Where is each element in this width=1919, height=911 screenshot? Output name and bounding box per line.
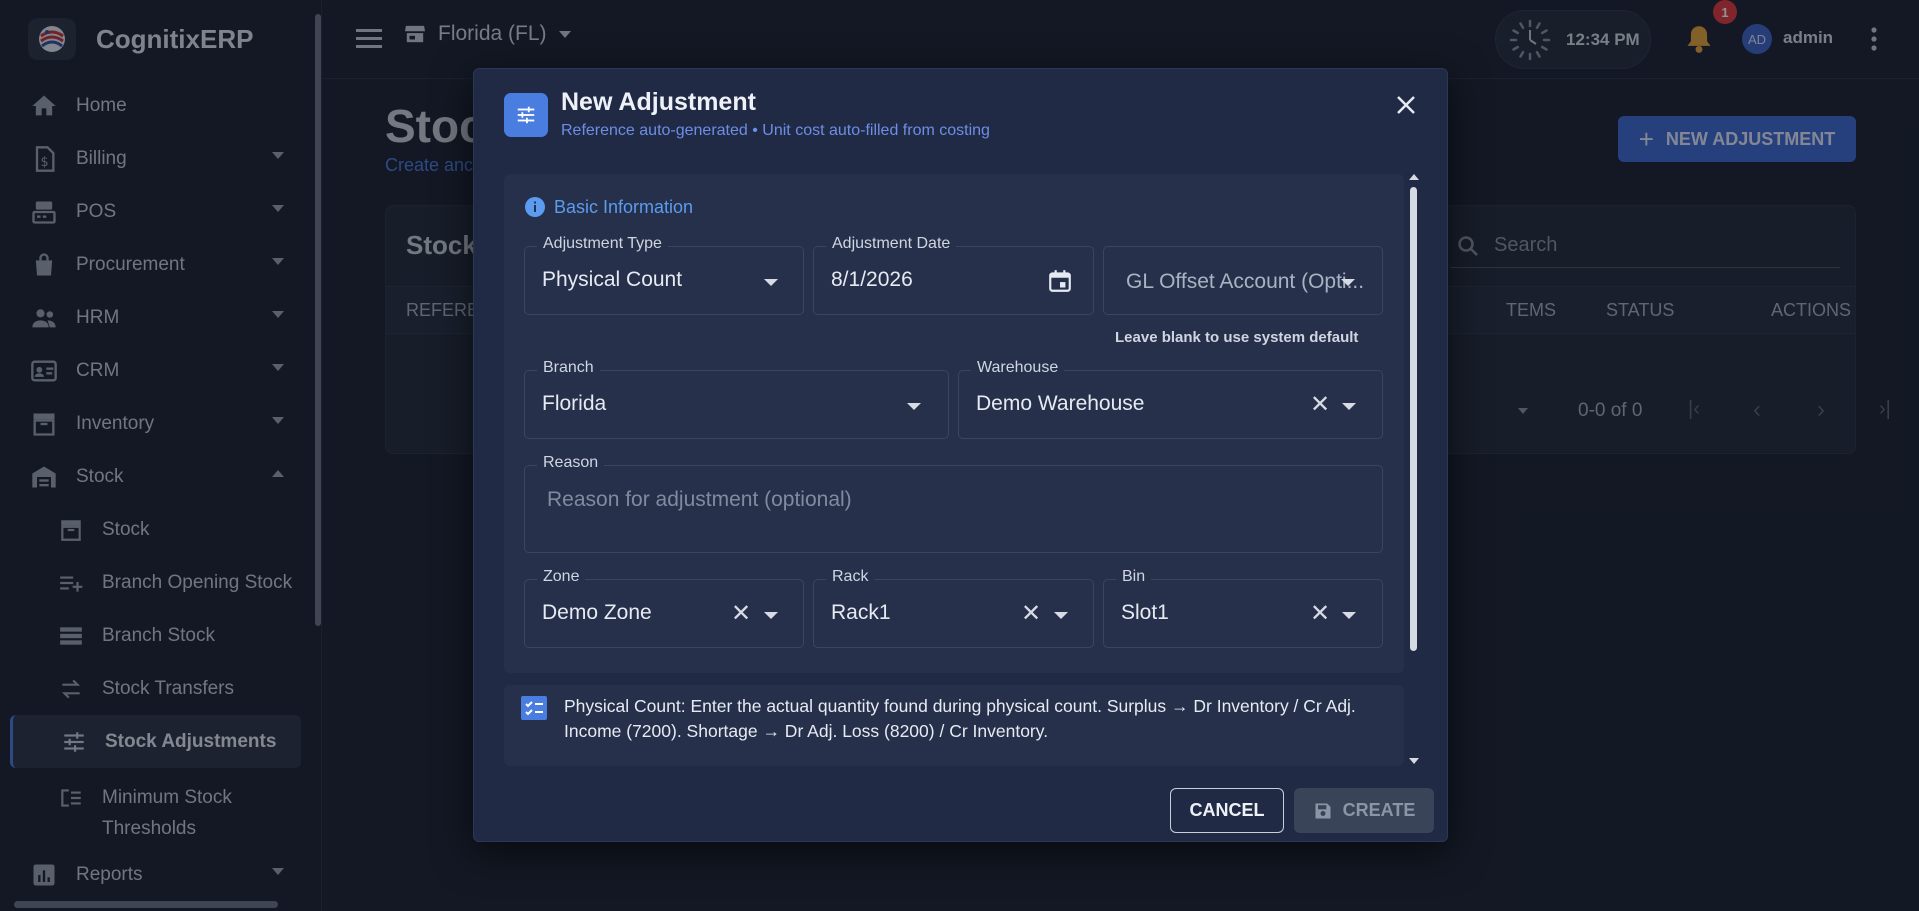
create-button-label: CREATE — [1342, 800, 1416, 820]
cancel-button[interactable]: CANCEL — [1170, 788, 1284, 833]
adjustment-type-select[interactable]: Adjustment Type Physical Count — [524, 235, 804, 315]
chevron-down-icon — [1342, 403, 1356, 410]
close-icon[interactable] — [1396, 95, 1416, 115]
field-label: Bin — [1116, 568, 1152, 586]
branch-select[interactable]: Branch Florida — [524, 359, 949, 439]
checklist-icon — [521, 696, 547, 720]
chevron-down-icon — [1341, 279, 1355, 286]
dialog-scrollbar[interactable] — [1408, 174, 1420, 766]
warehouse-select[interactable]: Warehouse Demo Warehouse ✕ — [958, 359, 1383, 439]
scroll-down-icon[interactable] — [1409, 758, 1419, 764]
chevron-down-icon — [1054, 612, 1068, 619]
clear-icon[interactable]: ✕ — [1310, 390, 1330, 419]
field-label: Adjustment Type — [537, 235, 668, 253]
field-value: Slot1 — [1121, 601, 1169, 624]
field-value: Florida — [542, 392, 607, 415]
field-placeholder: Reason for adjustment (optional) — [547, 488, 852, 511]
basic-information-section: Basic Information Adjustment Type Physic… — [504, 174, 1404, 673]
section-title: Basic Information — [554, 196, 694, 217]
field-value: Physical Count — [542, 268, 683, 291]
field-label: Branch — [537, 359, 600, 377]
section-header: Basic Information — [524, 196, 693, 218]
field-label: Zone — [537, 568, 586, 586]
rack-select[interactable]: Rack Rack1 ✕ — [813, 568, 1094, 648]
dialog-subtitle: Reference auto-generated • Unit cost aut… — [561, 122, 990, 139]
adjustment-type-info: Physical Count: Enter the actual quantit… — [504, 685, 1404, 766]
dialog-title: New Adjustment — [561, 88, 756, 116]
zone-select[interactable]: Zone Demo Zone ✕ — [524, 568, 804, 648]
chevron-down-icon — [907, 403, 921, 410]
clear-icon[interactable]: ✕ — [1310, 599, 1330, 628]
create-button[interactable]: CREATE — [1294, 788, 1434, 833]
field-label: Warehouse — [971, 359, 1065, 377]
info-text: Physical Count: Enter the actual quantit… — [564, 696, 1356, 741]
gl-offset-helper-text: Leave blank to use system default — [1115, 329, 1359, 346]
adjustment-date-field[interactable]: Adjustment Date 8/1/2026 — [813, 235, 1094, 315]
scroll-up-icon[interactable] — [1409, 174, 1419, 180]
clear-icon[interactable]: ✕ — [1021, 599, 1041, 628]
field-label: Rack — [826, 568, 875, 586]
field-value: Demo Warehouse — [976, 392, 1145, 415]
field-value: 8/1/2026 — [831, 268, 913, 291]
bin-select[interactable]: Bin Slot1 ✕ — [1103, 568, 1383, 648]
field-value: Demo Zone — [542, 601, 652, 624]
gl-offset-account-select[interactable]: GL Offset Account (Opti... — [1103, 246, 1383, 315]
tune-icon — [504, 93, 548, 137]
info-icon — [525, 197, 545, 217]
field-placeholder: GL Offset Account (Opti... — [1126, 270, 1365, 293]
chevron-down-icon — [764, 612, 778, 619]
calendar-icon[interactable] — [1047, 268, 1073, 294]
field-label: Adjustment Date — [826, 235, 957, 253]
clear-icon[interactable]: ✕ — [731, 599, 751, 628]
chevron-down-icon — [1342, 612, 1356, 619]
save-icon — [1315, 803, 1331, 818]
dialog-body: Basic Information Adjustment Type Physic… — [504, 174, 1423, 766]
field-value: Rack1 — [831, 601, 891, 624]
reason-field[interactable]: Reason Reason for adjustment (optional) — [524, 454, 1383, 553]
field-label: Reason — [537, 454, 605, 472]
new-adjustment-dialog: New Adjustment Reference auto-generated … — [473, 68, 1448, 842]
chevron-down-icon — [764, 279, 778, 286]
